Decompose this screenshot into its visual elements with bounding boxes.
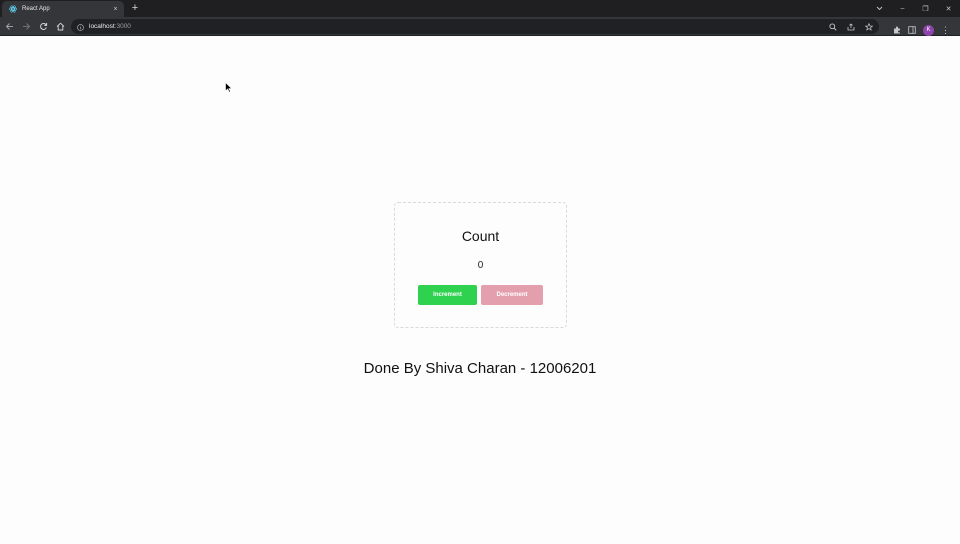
tab-strip: React App × + – ❐ ✕ xyxy=(0,0,960,17)
react-favicon-icon xyxy=(9,5,17,13)
tab-search-icon[interactable] xyxy=(868,0,891,17)
forward-arrow-icon[interactable] xyxy=(19,19,34,34)
decrement-button[interactable]: Decrement xyxy=(481,285,543,305)
tab-react-app[interactable]: React App × xyxy=(2,1,124,17)
menu-icon[interactable]: ⋮ xyxy=(941,25,950,35)
bookmark-star-icon[interactable] xyxy=(864,22,873,31)
count-title: Count xyxy=(461,228,500,244)
share-icon[interactable] xyxy=(846,22,855,31)
count-value: 0 xyxy=(477,260,484,271)
back-arrow-icon[interactable] xyxy=(2,19,17,34)
tab-title: React App xyxy=(22,6,50,12)
author-credit: Done By Shiva Charan - 12006201 xyxy=(363,360,597,377)
counter-card: Count 0 Increment Decrement xyxy=(394,202,567,328)
site-info-icon[interactable] xyxy=(77,18,84,36)
increment-button[interactable]: Increment xyxy=(418,285,477,305)
profile-avatar[interactable]: K xyxy=(923,24,934,36)
address-bar[interactable]: localhost:3000 xyxy=(71,19,879,34)
reload-icon[interactable] xyxy=(36,19,51,34)
home-icon[interactable] xyxy=(53,19,68,34)
url-port: :3000 xyxy=(114,23,131,30)
tab-close-icon[interactable]: × xyxy=(111,5,120,14)
zoom-icon[interactable] xyxy=(828,22,837,31)
url-text: localhost:3000 xyxy=(89,23,131,30)
restore-button[interactable]: ❐ xyxy=(914,0,937,17)
new-tab-button[interactable]: + xyxy=(129,2,141,14)
browser-toolbar: localhost:3000 K ⋮ xyxy=(0,17,960,36)
minimize-button[interactable]: – xyxy=(891,0,914,17)
sidebar-icon[interactable] xyxy=(908,21,916,39)
extensions-icon[interactable] xyxy=(893,21,901,39)
mouse-cursor-icon xyxy=(225,80,233,98)
window-controls: – ❐ ✕ xyxy=(868,0,960,17)
close-window-button[interactable]: ✕ xyxy=(937,0,960,17)
url-host: localhost xyxy=(89,23,115,30)
